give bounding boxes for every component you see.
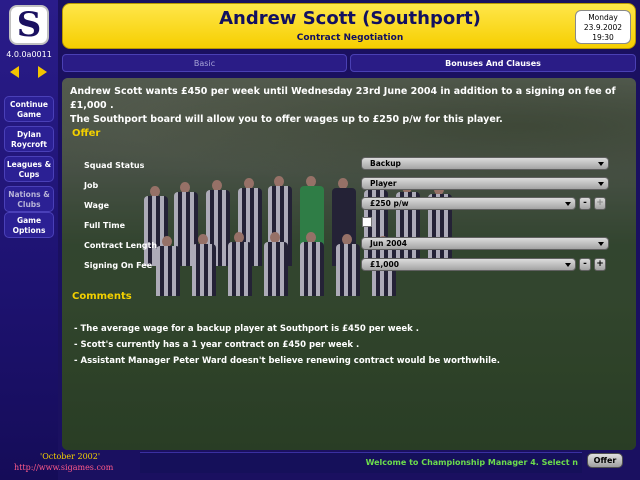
full-time-checkbox[interactable]: [362, 217, 372, 227]
wage-increase-button[interactable]: +: [594, 197, 606, 210]
job-value: Player: [370, 179, 397, 188]
sidebar: S 4.0.0a0011 Continue Game Dylan Roycrof…: [0, 0, 58, 480]
fee-decrease-button[interactable]: -: [579, 258, 591, 271]
intro-line-1: Andrew Scott wants £450 per week until W…: [70, 86, 616, 111]
job-dropdown[interactable]: Player: [361, 177, 609, 190]
comments-list: - The average wage for a backup player a…: [74, 321, 630, 369]
squad-status-dropdown[interactable]: Backup: [361, 157, 609, 170]
offer-button[interactable]: Offer: [587, 453, 623, 468]
wage-dropdown[interactable]: £250 p/w: [361, 197, 576, 210]
list-item: - Scott's currently has a 1 year contrac…: [74, 340, 360, 350]
news-text: Welcome to Championship Manager 4. Selec…: [365, 458, 578, 467]
version-label: 4.0.0a0011: [6, 50, 52, 59]
manager-button[interactable]: Dylan Roycroft: [4, 126, 54, 152]
chevron-down-icon: [565, 263, 571, 267]
wage-decrease-button[interactable]: -: [579, 197, 591, 210]
page-subtitle: Contract Negotiation: [296, 33, 404, 43]
offer-heading: Offer: [72, 128, 101, 139]
game-options-button[interactable]: Game Options: [4, 212, 54, 238]
forward-arrow-icon[interactable]: [38, 66, 47, 78]
date-date: 23.9.2002: [583, 23, 623, 32]
full-time-label: Full Time: [84, 221, 125, 230]
date-display: Monday 23.9.2002 19:30: [575, 10, 631, 44]
chevron-down-icon: [565, 202, 571, 206]
contract-panel: Andrew Scott wants £450 per week until W…: [62, 78, 636, 450]
fee-increase-button[interactable]: +: [594, 258, 606, 271]
contract-length-dropdown[interactable]: Jun 2004: [361, 237, 609, 250]
leagues-cups-button[interactable]: Leagues & Cups: [4, 156, 54, 182]
signing-on-fee-value: £1,000: [370, 260, 399, 269]
date-day: Monday: [588, 13, 618, 22]
chevron-down-icon: [598, 162, 604, 166]
continue-game-button[interactable]: Continue Game: [4, 96, 54, 122]
header: Andrew Scott (Southport) Contract Negoti…: [62, 3, 636, 49]
nations-clubs-button[interactable]: Nations & Clubs: [4, 186, 54, 212]
signing-on-fee-label: Signing On Fee: [84, 261, 153, 270]
tab-bonuses-and-clauses[interactable]: Bonuses And Clauses: [350, 54, 636, 72]
footer-date: 'October 2002': [40, 452, 101, 461]
date-time: 19:30: [592, 33, 614, 42]
list-item: - Assistant Manager Peter Ward doesn't b…: [74, 356, 501, 366]
chevron-down-icon: [598, 242, 604, 246]
tab-basic[interactable]: Basic: [62, 54, 347, 72]
squad-status-value: Backup: [370, 159, 401, 168]
contract-length-value: Jun 2004: [370, 239, 407, 248]
chevron-down-icon: [598, 182, 604, 186]
signing-on-fee-dropdown[interactable]: £1,000: [361, 258, 576, 271]
wage-label: Wage: [84, 201, 110, 210]
squad-status-label: Squad Status: [84, 161, 145, 170]
intro-text: Andrew Scott wants £450 per week until W…: [70, 85, 630, 127]
comments-heading: Comments: [72, 291, 132, 302]
job-label: Job: [84, 181, 99, 190]
back-arrow-icon[interactable]: [10, 66, 19, 78]
intro-line-2: The Southport board will allow you to of…: [70, 114, 503, 125]
list-item: - The average wage for a backup player a…: [74, 324, 419, 334]
contract-length-label: Contract Length: [84, 241, 158, 250]
wage-value: £250 p/w: [370, 199, 409, 208]
news-ticker: Welcome to Championship Manager 4. Selec…: [140, 452, 582, 473]
footer-url-link[interactable]: http://www.sigames.com: [14, 463, 113, 473]
page-title: Andrew Scott (Southport): [219, 8, 481, 29]
sigames-logo: S: [9, 5, 49, 45]
